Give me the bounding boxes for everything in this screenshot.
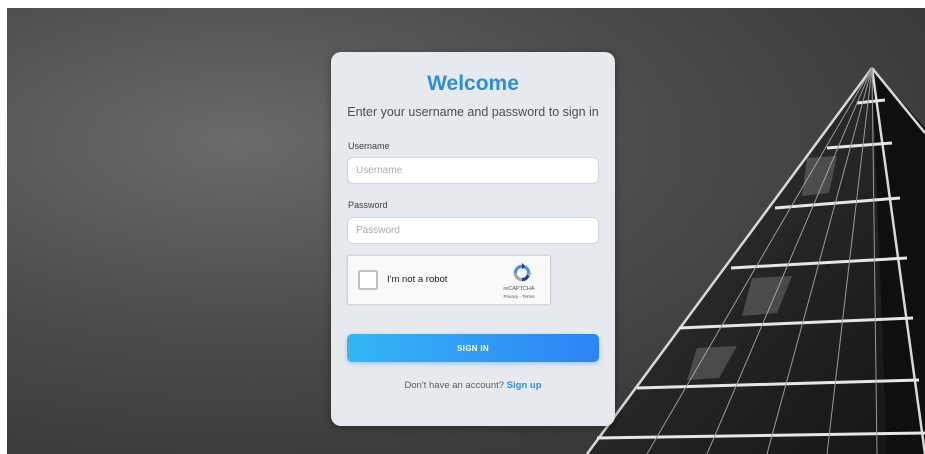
signup-prompt: Don't have an account? Sign up <box>331 380 615 391</box>
sign-up-link[interactable]: Sign up <box>507 380 542 391</box>
welcome-title: Welcome <box>427 72 519 95</box>
recaptcha-label: I'm not a robot <box>387 274 448 285</box>
recaptcha-checkbox[interactable] <box>358 270 378 290</box>
sign-in-button[interactable]: SIGN IN <box>347 334 599 362</box>
recaptcha-brand: reCAPTCHA <box>503 286 535 292</box>
recaptcha-widget: I'm not a robot reCAPTCHA Privacy - Term… <box>347 255 551 305</box>
recaptcha-privacy-terms[interactable]: Privacy - Terms <box>488 294 550 299</box>
password-input[interactable] <box>347 217 599 244</box>
signin-subtitle: Enter your username and password to sign… <box>347 105 599 119</box>
username-label: Username <box>348 141 390 151</box>
background-frame: Welcome Enter your username and password… <box>7 8 925 454</box>
password-label: Password <box>348 200 388 210</box>
recaptcha-icon <box>513 262 533 282</box>
signup-prompt-text: Don't have an account? <box>404 380 505 391</box>
username-input[interactable] <box>347 157 599 184</box>
login-card: Welcome Enter your username and password… <box>331 52 615 426</box>
